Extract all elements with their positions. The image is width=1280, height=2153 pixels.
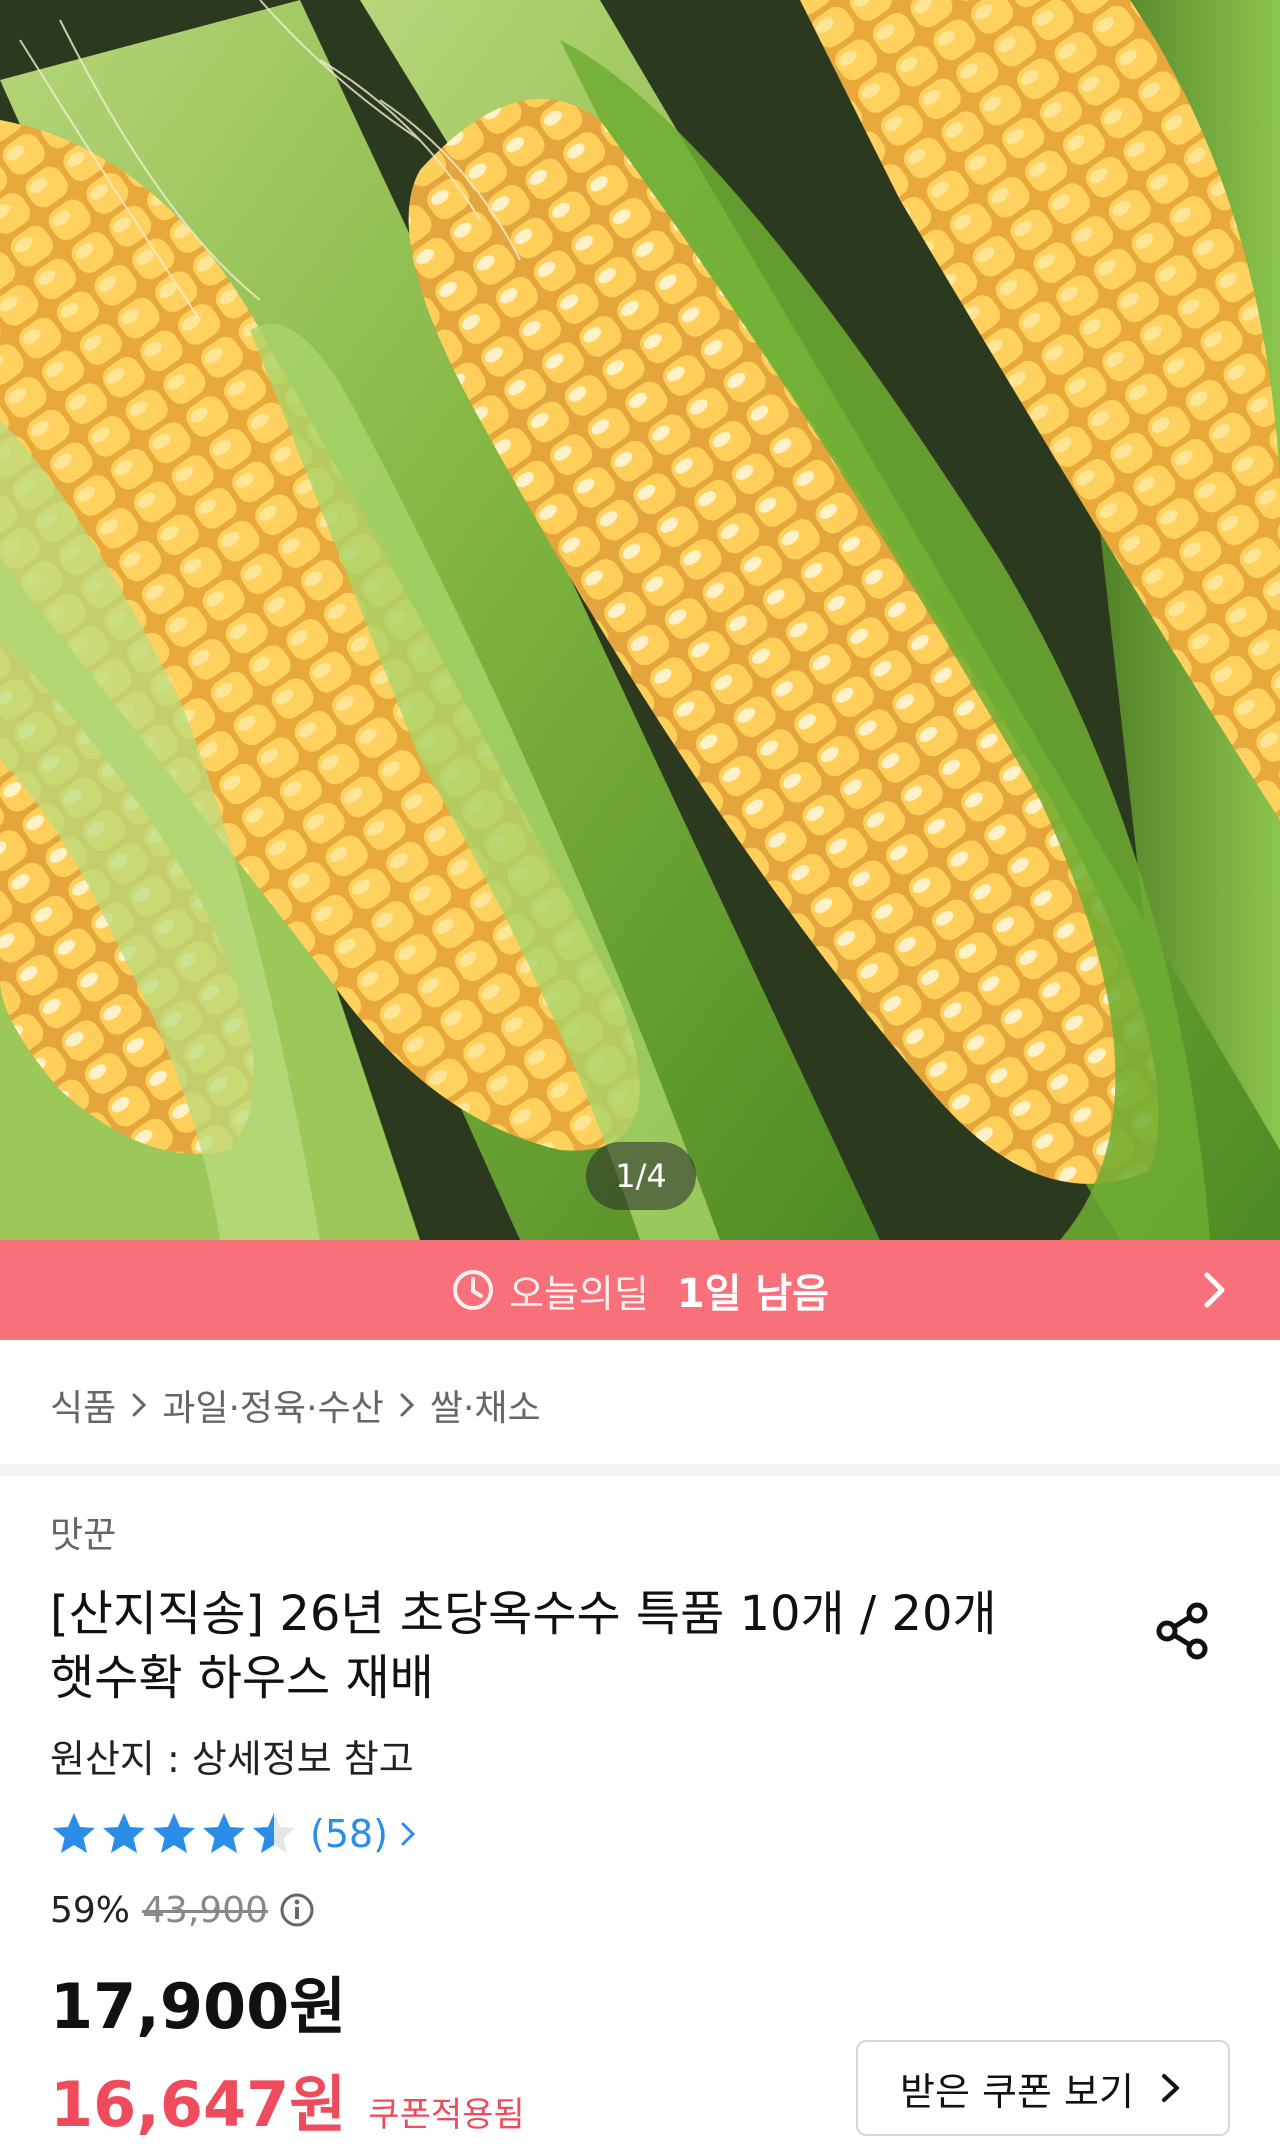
star-full-icon: [153, 1813, 195, 1853]
coupon-applied-price: 16,647원: [50, 2068, 347, 2141]
star-half-icon: [253, 1813, 295, 1853]
product-title: [산지직송] 26년 초당옥수수 특품 10개 / 20개 햇수확 하우스 재배: [50, 1582, 1050, 1710]
view-coupons-label: 받은 쿠폰 보기: [900, 2069, 1134, 2114]
sale-price: 17,900원: [50, 1970, 347, 2043]
product-title-line2: 햇수확 하우스 재배: [50, 1650, 434, 1706]
review-count: (58): [310, 1812, 389, 1856]
original-price: 43,900: [142, 1889, 268, 1931]
chevron-right-icon: [401, 1822, 416, 1846]
product-image-carousel[interactable]: 1/4: [0, 0, 1280, 1240]
star-full-icon: [203, 1813, 245, 1853]
star-full-icon: [103, 1813, 145, 1853]
section-divider: [0, 1464, 1280, 1476]
image-page-counter: 1/4: [586, 1142, 696, 1210]
discount-row: 59% 43,900: [50, 1882, 316, 1938]
info-icon[interactable]: [278, 1891, 316, 1929]
deal-label: 오늘의딜: [508, 1271, 649, 1316]
rating-row: (58): [50, 1806, 420, 1862]
breadcrumb-item-fruit-meat-seafood[interactable]: 과일·정육·수산: [162, 1379, 384, 1431]
deal-remaining-time: 1일 남음: [676, 1271, 829, 1317]
coupon-price-row: 16,647원 쿠폰적용됨: [50, 2054, 525, 2144]
coupon-applied-tag: 쿠폰적용됨: [368, 2095, 525, 2135]
share-icon[interactable]: [1150, 1598, 1216, 1664]
origin-info: 원산지 : 상세정보 참고: [50, 1737, 414, 1781]
chevron-right-icon: [400, 1393, 414, 1417]
chevron-right-icon: [132, 1393, 147, 1417]
discount-percent: 59%: [50, 1889, 131, 1931]
review-count-link[interactable]: (58): [310, 1812, 420, 1856]
chevron-right-icon: [1204, 1272, 1225, 1308]
product-image: [0, 0, 1280, 1240]
star-full-icon: [53, 1813, 95, 1853]
breadcrumb: 식품 과일·정육·수산 쌀·채소: [50, 1370, 541, 1440]
star-rating: [50, 1810, 300, 1858]
breadcrumb-item-rice-vegetable[interactable]: 쌀·채소: [430, 1379, 541, 1431]
breadcrumb-item-food[interactable]: 식품: [50, 1379, 116, 1431]
view-coupons-button[interactable]: 받은 쿠폰 보기: [856, 2040, 1230, 2136]
product-title-line1: [산지직송] 26년 초당옥수수 특품 10개 / 20개: [50, 1586, 997, 1642]
seller-name[interactable]: 맛꾼: [50, 1506, 116, 1558]
clock-icon: [452, 1270, 493, 1310]
chevron-right-icon: [1161, 2074, 1179, 2102]
todays-deal-banner[interactable]: 오늘의딜 1일 남음: [0, 1240, 1280, 1340]
